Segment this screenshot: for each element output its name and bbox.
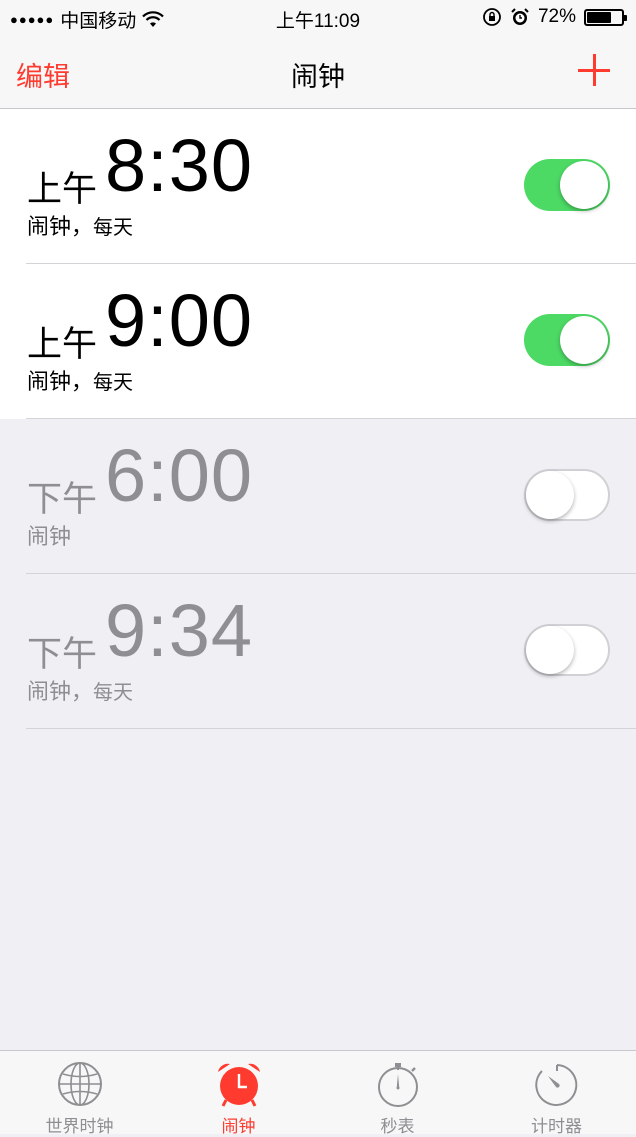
tab-alarm[interactable]: 闹钟: [159, 1051, 318, 1137]
alarm-toggle[interactable]: [524, 624, 610, 676]
tab-world-clock[interactable]: 世界时钟: [0, 1051, 159, 1137]
alarm-repeat: 每天: [93, 215, 134, 239]
tab-bar: 世界时钟 闹钟 秒表 计时器: [0, 1050, 636, 1137]
alarm-ampm: 下午: [27, 480, 98, 520]
status-bar: ●●●●● 中国移动 上午11:09 72%: [0, 0, 636, 36]
alarm-ampm: 上午: [27, 325, 98, 365]
alarm-row[interactable]: 上午 9:00 闹钟，每天: [0, 264, 636, 419]
alarm-repeat: 每天: [93, 370, 134, 394]
page-title: 闹钟: [291, 62, 345, 93]
alarm-indicator-icon: [511, 8, 529, 25]
toggle-knob: [526, 626, 574, 674]
alarm-toggle[interactable]: [524, 159, 610, 211]
tab-stopwatch[interactable]: 秒表: [318, 1051, 477, 1137]
divider: [26, 728, 636, 729]
toggle-knob: [526, 471, 574, 519]
rotation-lock-icon: [483, 8, 501, 26]
tab-label: 计时器: [531, 1117, 582, 1137]
alarm-toggle[interactable]: [524, 469, 610, 521]
alarm-time: 9:00: [105, 279, 254, 362]
alarm-label-text: 闹钟: [27, 525, 72, 550]
alarm-label: 闹钟: [27, 519, 71, 551]
globe-icon: [57, 1062, 102, 1106]
toggle-knob: [560, 316, 608, 364]
alarm-label: 闹钟，每天: [27, 209, 133, 241]
battery-fill: [587, 11, 611, 23]
alarm-label-text: 闹钟，: [27, 370, 94, 395]
battery-icon: [584, 8, 627, 26]
alarm-label: 闹钟，每天: [27, 674, 133, 706]
alarm-row[interactable]: 下午 9:34 闹钟，每天: [0, 574, 636, 729]
alarm-toggle[interactable]: [524, 314, 610, 366]
alarm-ampm: 上午: [27, 170, 98, 210]
battery-percent: 72%: [537, 6, 576, 27]
alarm-repeat: 每天: [93, 680, 134, 704]
stopwatch-icon: [377, 1063, 418, 1107]
alarm-ampm: 下午: [27, 635, 98, 675]
alarm-label-text: 闹钟，: [27, 680, 94, 705]
alarm-clock-icon: [217, 1063, 260, 1107]
alarm-time: 8:30: [105, 124, 254, 207]
tab-timer[interactable]: 计时器: [477, 1051, 636, 1137]
alarm-row[interactable]: 上午 8:30 闹钟，每天: [0, 109, 636, 264]
tab-label: 秒表: [380, 1117, 415, 1137]
alarm-label-text: 闹钟，: [27, 215, 94, 240]
plus-icon[interactable]: [578, 54, 610, 86]
tab-label: 闹钟: [221, 1117, 256, 1137]
status-bar-right: 72%: [482, 6, 627, 28]
timer-icon: [534, 1064, 577, 1106]
tab-label: 世界时钟: [45, 1117, 114, 1137]
alarm-time: 9:34: [105, 589, 254, 672]
toggle-knob: [560, 161, 608, 209]
alarm-row[interactable]: 下午 6:00 闹钟: [0, 419, 636, 574]
alarm-time: 6:00: [105, 434, 254, 517]
navigation-bar: 编辑 闹钟: [0, 36, 636, 109]
alarm-label: 闹钟，每天: [27, 364, 133, 396]
